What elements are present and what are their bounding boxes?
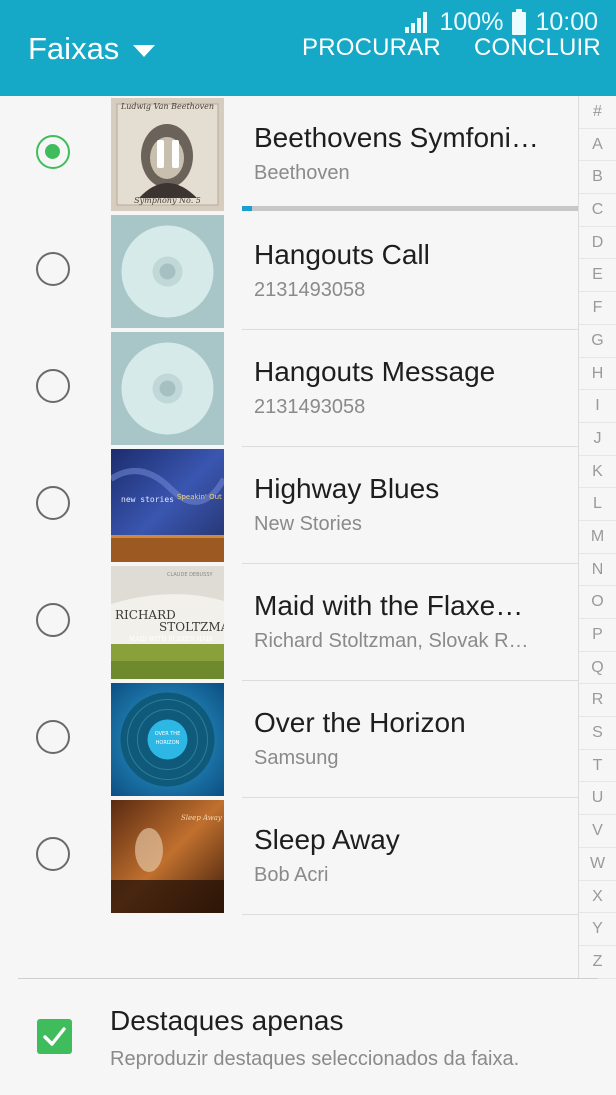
dropdown-caret-icon — [133, 45, 156, 57]
track-radio[interactable] — [36, 252, 70, 286]
highlights-checkbox[interactable] — [37, 1019, 72, 1054]
track-radio[interactable] — [36, 486, 70, 520]
tracks-dropdown[interactable]: Faixas — [28, 31, 156, 67]
track-row[interactable]: Hangouts Call 2131493058 — [0, 213, 578, 330]
track-radio[interactable] — [36, 135, 70, 169]
index-letter[interactable]: H — [579, 358, 616, 391]
album-art-text: Speakin' Out — [177, 493, 222, 501]
battery-icon — [512, 9, 527, 35]
pause-icon[interactable] — [111, 98, 224, 211]
clock: 10:00 — [535, 7, 598, 36]
index-letter[interactable]: V — [579, 815, 616, 848]
index-letter[interactable]: I — [579, 390, 616, 423]
index-letter[interactable]: Z — [579, 946, 616, 979]
album-art-text: OVER THE — [154, 731, 181, 737]
index-letter[interactable]: N — [579, 554, 616, 587]
battery-percent: 100% — [439, 7, 504, 36]
search-button[interactable]: PROCURAR — [302, 34, 441, 62]
track-title: Hangouts Call — [254, 239, 430, 270]
done-button[interactable]: CONCLUIR — [474, 34, 601, 62]
index-letter[interactable]: T — [579, 750, 616, 783]
track-title: Beethovens Symfoni… — [254, 122, 539, 153]
album-art-text: new stories — [121, 495, 174, 504]
index-letter[interactable]: K — [579, 456, 616, 489]
index-letter[interactable]: J — [579, 423, 616, 456]
album-art-text: HORIZON — [155, 740, 180, 746]
index-letter[interactable]: L — [579, 488, 616, 521]
index-letter[interactable]: B — [579, 161, 616, 195]
track-row[interactable]: new stories Speakin' Out Highway Blues N… — [0, 447, 578, 564]
album-art: Sleep Away — [111, 800, 224, 913]
track-title: Over the Horizon — [254, 707, 466, 738]
track-row[interactable]: Hangouts Message 2131493058 — [0, 330, 578, 447]
playback-progress[interactable] — [242, 206, 578, 211]
index-letter[interactable]: D — [579, 227, 616, 260]
index-letter[interactable]: A — [579, 129, 616, 162]
track-radio[interactable] — [36, 837, 70, 871]
album-art: OVER THE HORIZON — [111, 683, 224, 796]
track-artist: New Stories — [254, 513, 362, 535]
index-letter[interactable]: M — [579, 521, 616, 554]
app-header: 100% 10:00 Faixas PROCURAR CONCLUIR — [0, 0, 616, 96]
row-divider — [242, 914, 578, 915]
index-letter[interactable]: P — [579, 619, 616, 652]
progress-fill — [242, 206, 253, 211]
track-title: Maid with the Flaxe… — [254, 590, 524, 621]
index-letter[interactable]: S — [579, 717, 616, 750]
index-letter[interactable]: Q — [579, 652, 616, 685]
index-letter[interactable]: X — [579, 881, 616, 914]
track-artist: Richard Stoltzman, Slovak R… — [254, 630, 529, 652]
track-radio[interactable] — [36, 603, 70, 637]
disc-icon — [111, 215, 224, 328]
page-title: Faixas — [28, 31, 120, 66]
album-art-text: MAID WITH FLAXEN HAIR — [129, 636, 213, 643]
index-letter[interactable]: G — [579, 325, 616, 358]
track-list: Ludwig Van Beethoven Symphony No. 5 Beet… — [0, 96, 578, 918]
disc-icon — [111, 332, 224, 445]
track-artist: Beethoven — [254, 162, 350, 184]
track-row[interactable]: OVER THE HORIZON Over the Horizon Samsun… — [0, 681, 578, 798]
track-title: Hangouts Message — [254, 356, 496, 387]
track-title: Highway Blues — [254, 473, 440, 504]
album-art-text: CLAUDE DEBUSSY — [167, 572, 213, 578]
track-artist: Samsung — [254, 747, 339, 769]
index-letter[interactable]: O — [579, 586, 616, 619]
divider — [18, 978, 598, 979]
index-letter[interactable]: R — [579, 684, 616, 718]
track-row[interactable]: Sleep Away Sleep Away Bob Acri — [0, 798, 578, 915]
track-radio[interactable] — [36, 369, 70, 403]
track-title: Sleep Away — [254, 824, 400, 855]
track-artist: 2131493058 — [254, 279, 366, 301]
checkmark-icon — [43, 1027, 66, 1046]
index-letter[interactable]: U — [579, 782, 616, 816]
index-letter[interactable]: E — [579, 259, 616, 293]
index-letter[interactable]: F — [579, 292, 616, 325]
index-letter[interactable]: Y — [579, 913, 616, 946]
track-row[interactable]: Ludwig Van Beethoven Symphony No. 5 Beet… — [0, 96, 578, 213]
index-letter[interactable]: # — [579, 96, 616, 129]
alphabet-index[interactable]: # A B C D E F G H I J K L M N O P Q R S T U V W X Y Z — [578, 96, 616, 979]
index-letter[interactable]: C — [579, 194, 616, 227]
album-art-text: STOLTZMAN — [159, 620, 224, 634]
album-art-text: Sleep Away — [181, 814, 222, 822]
album-art: Ludwig Van Beethoven Symphony No. 5 — [111, 98, 224, 211]
highlights-label[interactable]: Destaques apenas — [110, 1005, 344, 1037]
highlights-description: Reproduzir destaques seleccionados da fa… — [110, 1048, 520, 1070]
track-artist: 2131493058 — [254, 396, 366, 418]
index-letter[interactable]: W — [579, 848, 616, 881]
album-art — [111, 215, 224, 328]
album-art — [111, 332, 224, 445]
signal-icon — [405, 12, 428, 33]
track-radio[interactable] — [36, 720, 70, 754]
track-row[interactable]: CLAUDE DEBUSSY RICHARD STOLTZMAN MAID WI… — [0, 564, 578, 681]
album-art: CLAUDE DEBUSSY RICHARD STOLTZMAN MAID WI… — [111, 566, 224, 679]
track-artist: Bob Acri — [254, 864, 329, 886]
album-art: new stories Speakin' Out — [111, 449, 224, 562]
